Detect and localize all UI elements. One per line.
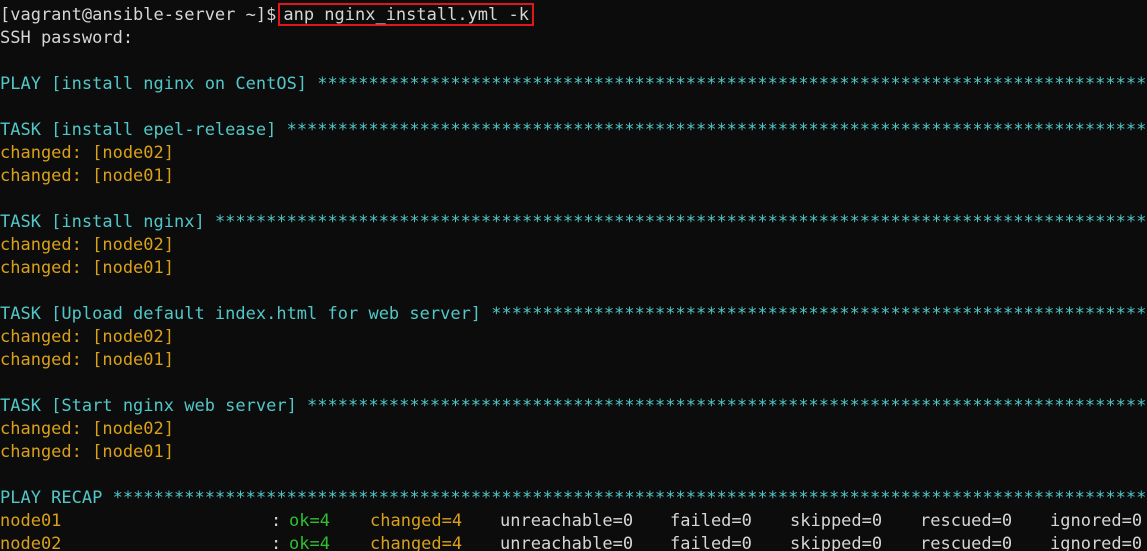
task-header-text: TASK [Start nginx web server] [0, 396, 308, 416]
prompt-line: [vagrant@ansible-server ~]$ anp nginx_ins… [0, 3, 534, 26]
recap-rescued: rescued=0 [920, 534, 1013, 551]
task-header-stars: ****************************************… [491, 304, 1147, 324]
recap-row-node02: node02 : ok=4 changed=4 unreachable=0 fa… [0, 533, 1147, 551]
recap-colon: : [271, 534, 282, 551]
task-result-line: changed: [node01] [0, 166, 174, 186]
recap-colon: : [271, 511, 282, 531]
highlighted-command: anp nginx_install.yml -k [278, 3, 534, 26]
task-header: TASK [install epel-release] ************… [0, 119, 1147, 142]
recap-row-node01: node01 : ok=4 changed=4 unreachable=0 fa… [0, 510, 1147, 533]
task-header: TASK [Start nginx web server] **********… [0, 395, 1147, 418]
shell-prompt: [vagrant@ansible-server ~]$ [0, 5, 277, 25]
task-header-text: TASK [install epel-release] [0, 120, 287, 140]
play-header-stars: ****************************************… [317, 74, 1147, 94]
recap-unreachable: unreachable=0 [500, 534, 634, 551]
terminal-window[interactable]: [vagrant@ansible-server ~]$ anp nginx_ins… [0, 0, 1147, 551]
recap-failed: failed=0 [670, 511, 752, 531]
recap-host: node01 [0, 511, 62, 531]
password-prompt: SSH password: [0, 28, 134, 48]
recap-header-stars: ****************************************… [112, 488, 1147, 508]
play-header: PLAY [install nginx on CentOS] *********… [0, 73, 1147, 96]
recap-changed: changed=4 [370, 511, 463, 531]
task-result-line: changed: [node02] [0, 143, 174, 163]
task-result-line: changed: [node02] [0, 235, 174, 255]
recap-rescued: rescued=0 [920, 511, 1013, 531]
task-result-line: changed: [node01] [0, 442, 174, 462]
recap-ok: ok=4 [289, 511, 330, 531]
task-header-stars: ****************************************… [214, 212, 1147, 232]
recap-host: node02 [0, 534, 62, 551]
task-header: TASK [install nginx] *******************… [0, 211, 1147, 234]
task-header-stars: ****************************************… [286, 120, 1147, 140]
recap-header: PLAY RECAP *****************************… [0, 487, 1147, 510]
task-header: TASK [Upload default index.html for web … [0, 303, 1147, 326]
recap-skipped: skipped=0 [790, 511, 883, 531]
task-result-line: changed: [node01] [0, 258, 174, 278]
recap-header-text: PLAY RECAP [0, 488, 113, 508]
task-result-line: changed: [node01] [0, 350, 174, 370]
task-header-text: TASK [Upload default index.html for web … [0, 304, 492, 324]
recap-ok: ok=4 [289, 534, 330, 551]
recap-ignored: ignored=0 [1050, 511, 1143, 531]
task-header-stars: ****************************************… [307, 396, 1147, 416]
recap-failed: failed=0 [670, 534, 752, 551]
play-header-text: PLAY [install nginx on CentOS] [0, 74, 318, 94]
recap-skipped: skipped=0 [790, 534, 883, 551]
task-result-line: changed: [node02] [0, 327, 174, 347]
recap-ignored: ignored=0 [1050, 534, 1143, 551]
task-header-text: TASK [install nginx] [0, 212, 215, 232]
recap-changed: changed=4 [370, 534, 463, 551]
recap-unreachable: unreachable=0 [500, 511, 634, 531]
task-result-line: changed: [node02] [0, 419, 174, 439]
